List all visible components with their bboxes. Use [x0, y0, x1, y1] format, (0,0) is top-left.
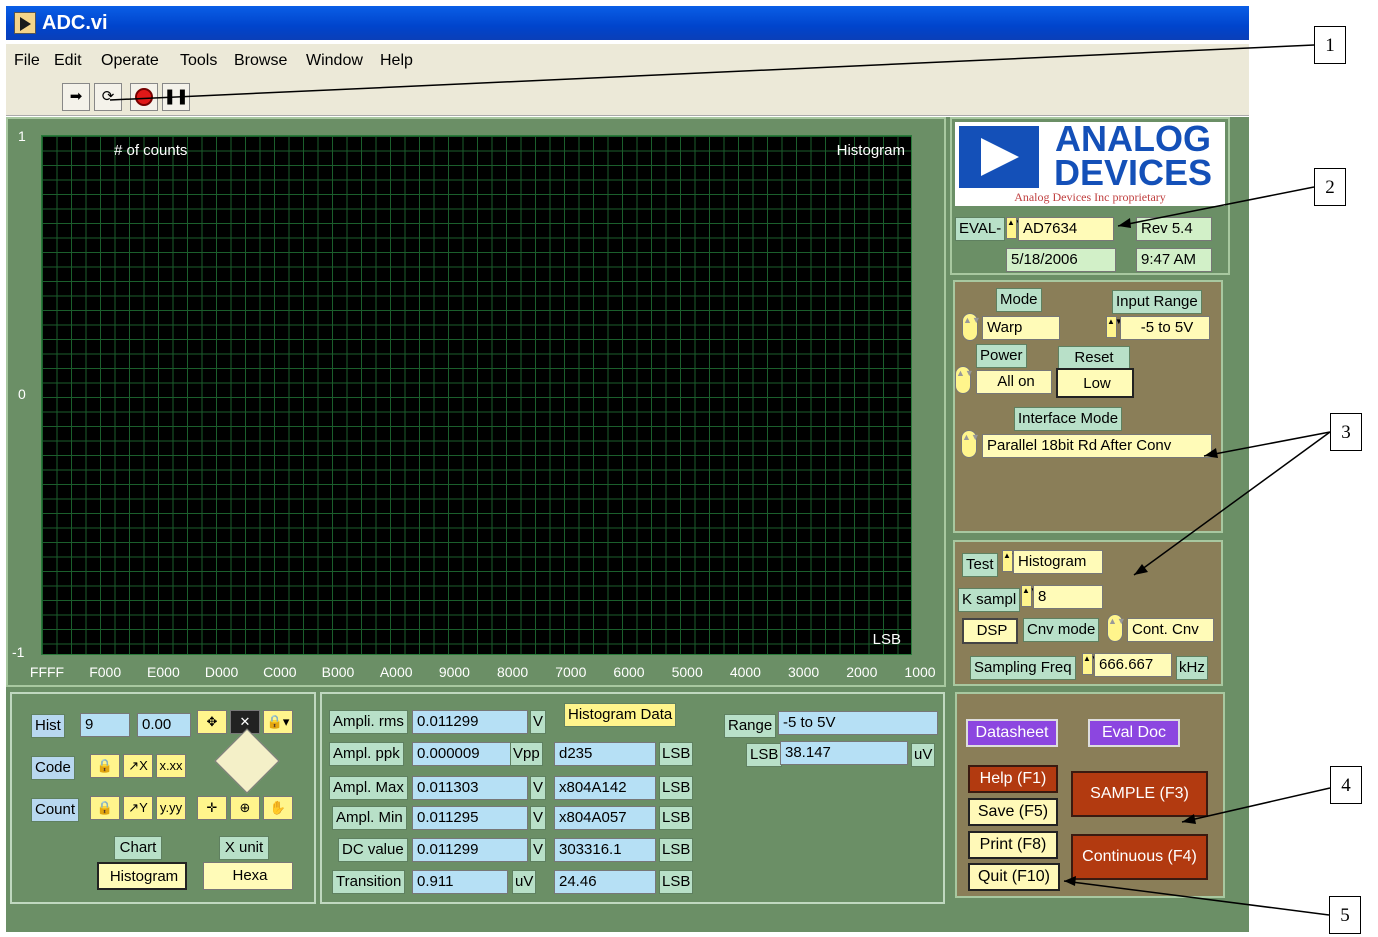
callout-1: 1: [1314, 26, 1346, 64]
callout-2: 2: [1314, 168, 1346, 206]
callout-4: 4: [1330, 766, 1362, 804]
callout-3: 3: [1330, 413, 1362, 451]
callout-5: 5: [1329, 896, 1361, 934]
callout-leader-lines: [109, 44, 1331, 916]
